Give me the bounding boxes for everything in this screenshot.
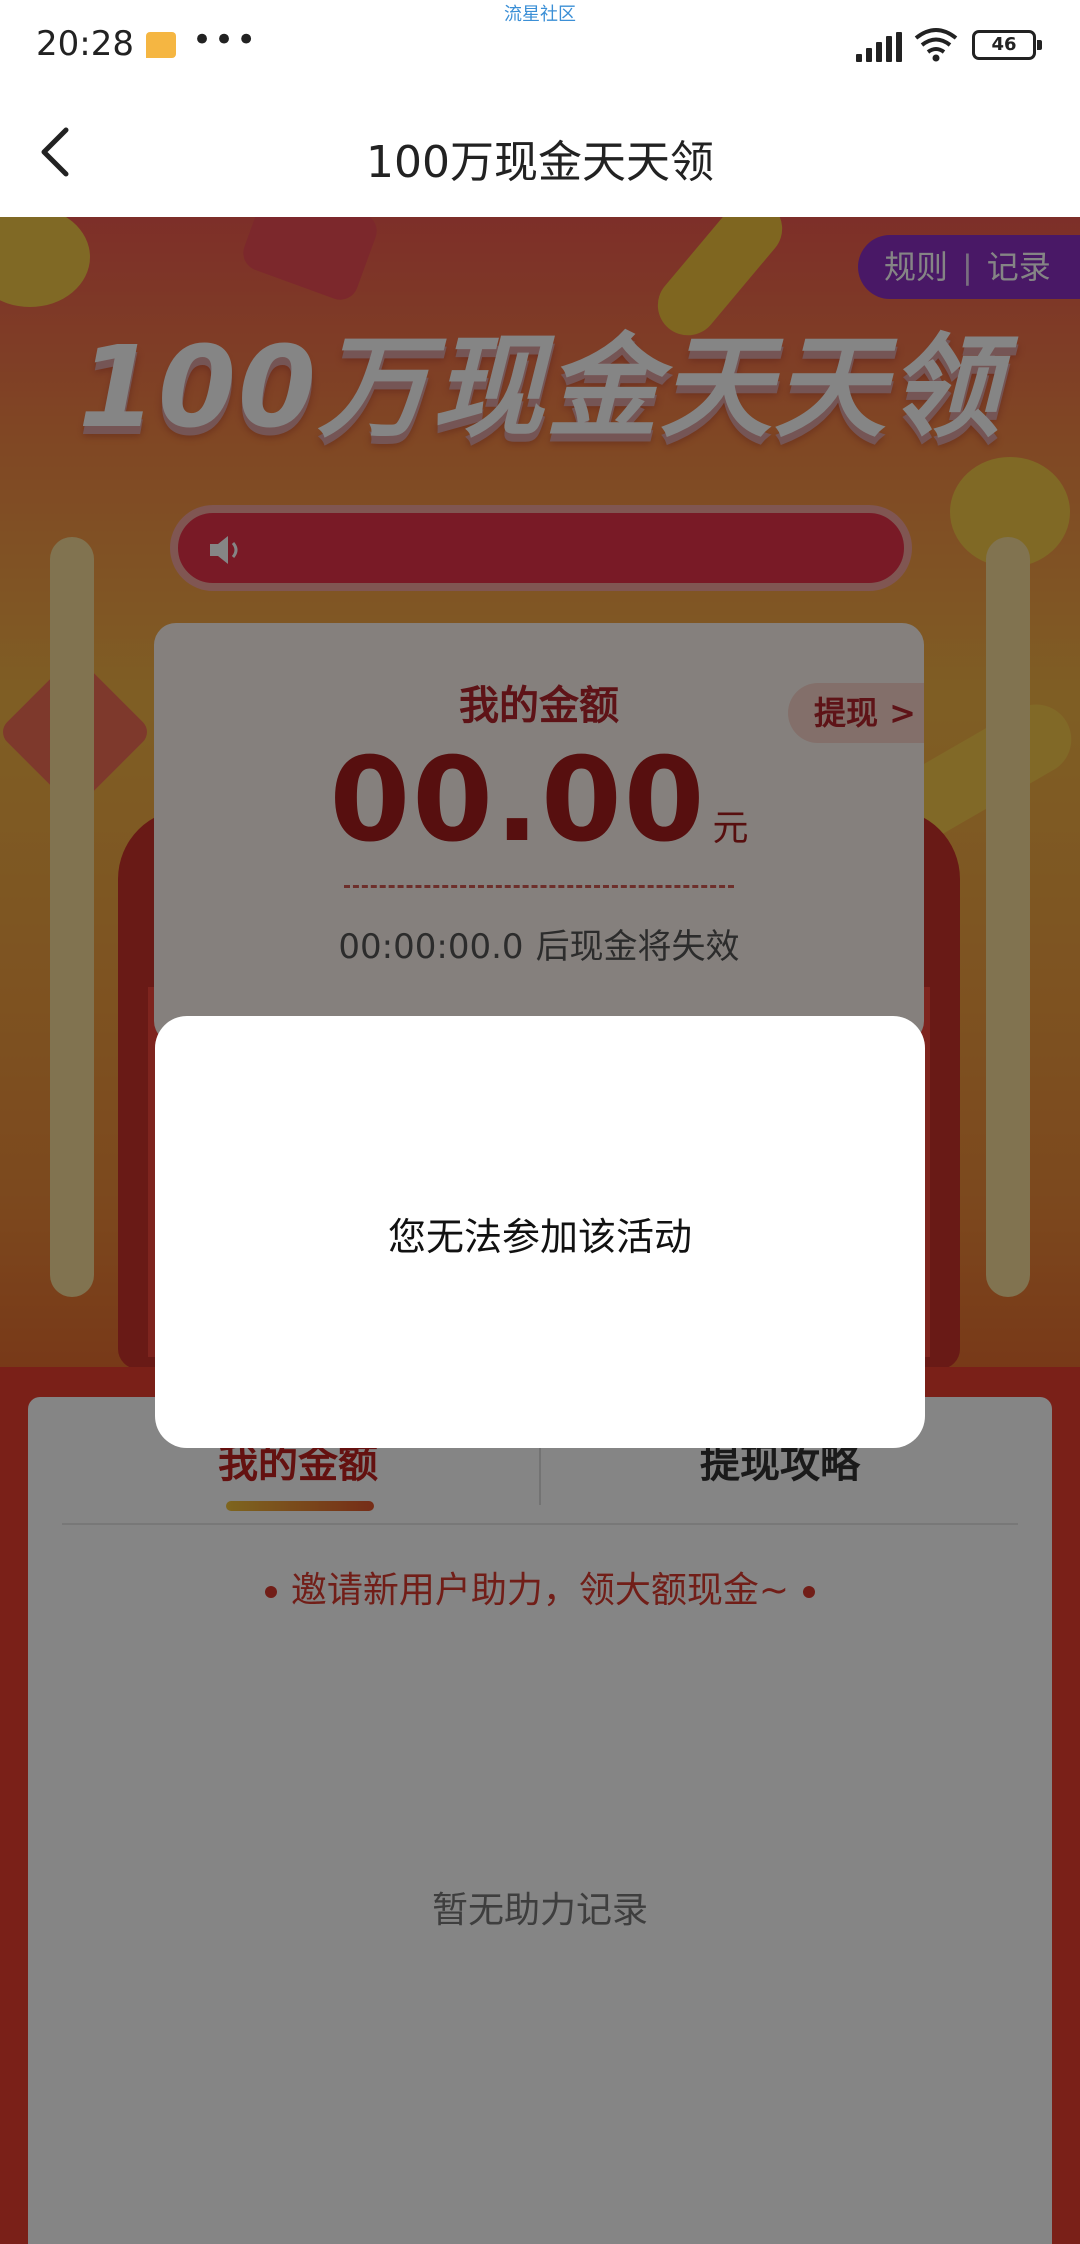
more-dots-icon: ••• xyxy=(192,20,259,60)
screen: 流星社区 20:28 ••• 46 100万现金天天领 规则 | 记录 100万… xyxy=(0,0,1080,2244)
alert-dialog: 您无法参加该活动 xyxy=(155,1016,925,1448)
battery-icon: 46 xyxy=(972,30,1042,60)
notification-icon xyxy=(146,32,176,58)
page-title: 100万现金天天领 xyxy=(366,137,714,188)
dialog-message: 您无法参加该活动 xyxy=(387,1215,692,1259)
watermark-text: 流星社区 xyxy=(504,4,576,25)
status-time: 20:28 xyxy=(36,24,134,64)
status-bar: 流星社区 20:28 ••• 46 xyxy=(0,0,1080,90)
nav-bar: 100万现金天天领 xyxy=(0,90,1080,217)
wifi-icon xyxy=(914,28,958,62)
signal-icon xyxy=(856,32,902,62)
